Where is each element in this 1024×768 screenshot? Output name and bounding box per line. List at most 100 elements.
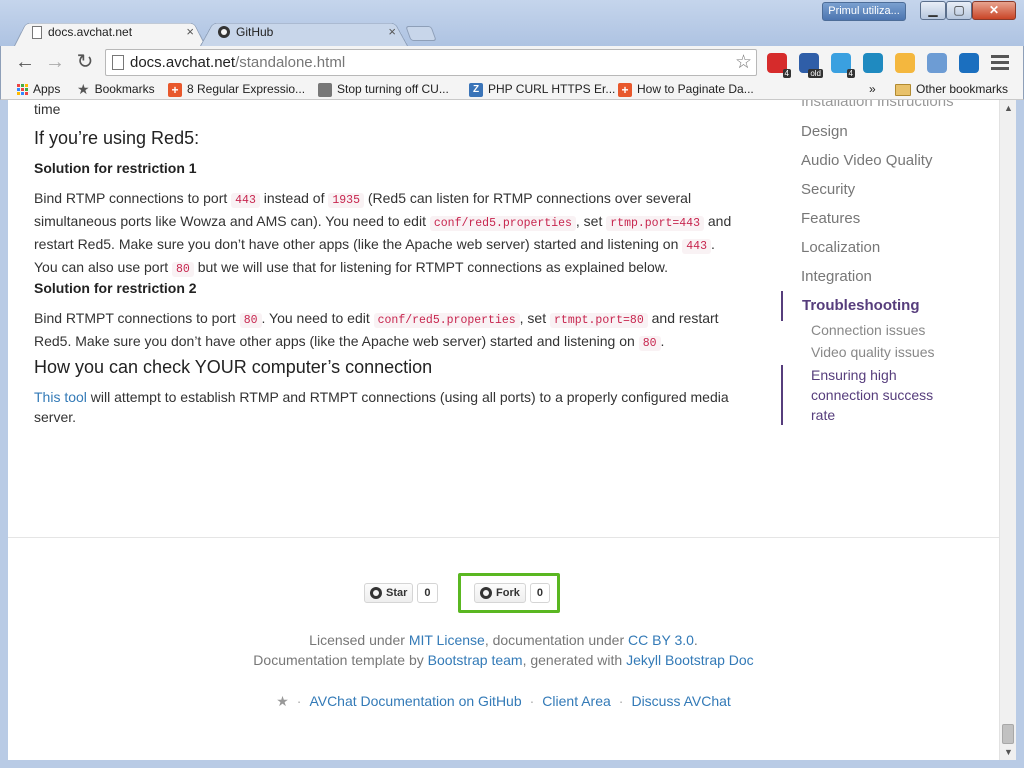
- plus-icon: +: [168, 82, 182, 97]
- check-connection-text: This tool will attempt to establish RTMP…: [34, 389, 729, 425]
- back-button[interactable]: ←: [12, 50, 38, 76]
- page-footer: Star 0 Fork 0 Licensed under MIT License…: [8, 537, 999, 760]
- mit-license-link[interactable]: MIT License: [409, 632, 485, 648]
- window-border-left: [0, 100, 8, 768]
- client-area-link[interactable]: Client Area: [542, 693, 610, 709]
- tab-docs-avchat[interactable]: docs.avchat.net ×: [14, 19, 206, 46]
- address-bar[interactable]: docs.avchat.net/standalone.html ☆: [105, 49, 757, 76]
- star-count: 0: [417, 583, 438, 603]
- close-window-button[interactable]: ✕: [972, 1, 1016, 20]
- red5-heading: If you’re using Red5:: [34, 128, 200, 148]
- maximize-button[interactable]: ▢: [946, 1, 972, 20]
- license-line: Licensed under MIT License, documentatio…: [309, 632, 698, 648]
- reload-button[interactable]: ↻: [72, 50, 98, 76]
- url-text: docs.avchat.net/standalone.html: [130, 54, 346, 71]
- bookmark-paginate[interactable]: + How to Paginate Da...: [618, 82, 754, 97]
- bookmark-star-icon[interactable]: ☆: [735, 50, 752, 75]
- profile-button[interactable]: Primul utiliza...: [822, 2, 906, 21]
- sidebar-item-localization[interactable]: Localization: [801, 239, 880, 256]
- molecule-extension-icon[interactable]: [863, 53, 883, 73]
- inline-code: 80: [638, 336, 661, 351]
- paragraph-fragment: time: [34, 101, 61, 117]
- solution-2-text: Bind RTMPT connections to port 80. You n…: [34, 310, 719, 351]
- github-icon: [370, 587, 382, 599]
- page-icon: [318, 82, 332, 97]
- bookmark-other-bookmarks[interactable]: Other bookmarks: [895, 82, 1008, 97]
- tab-title: GitHub: [236, 25, 274, 39]
- bootstrap-team-link[interactable]: Bootstrap team: [428, 652, 523, 668]
- bookmarks-overflow-button[interactable]: »: [869, 82, 876, 97]
- solution-1-heading: Solution for restriction 1: [34, 160, 197, 176]
- sidebar-item-integration[interactable]: Integration: [801, 268, 872, 285]
- bookmark-stop-turning-off[interactable]: Stop turning off CU...: [318, 82, 449, 97]
- z-icon: Z: [469, 82, 483, 97]
- chrome-menu-button[interactable]: [991, 52, 1009, 72]
- page-icon: [112, 55, 124, 70]
- this-tool-link[interactable]: This tool: [34, 389, 87, 405]
- bookmark-php-curl[interactable]: Z PHP CURL HTTPS Er...: [469, 82, 615, 97]
- inline-code: rtmp.port=443: [606, 216, 704, 231]
- cc-by-link[interactable]: CC BY 3.0: [628, 632, 694, 648]
- solution-2-heading: Solution for restriction 2: [34, 280, 197, 296]
- old-extension-icon[interactable]: old: [799, 53, 823, 78]
- page-viewport: time If you’re using Red5: Solution for …: [8, 100, 999, 760]
- folder-icon: [895, 83, 911, 96]
- github-star-button[interactable]: Star 0: [364, 583, 438, 603]
- k-extension-icon[interactable]: [895, 53, 915, 73]
- sidebar-item-troubleshooting[interactable]: Troubleshooting: [781, 291, 941, 321]
- discuss-avchat-link[interactable]: Discuss AVChat: [631, 693, 730, 709]
- inline-code: 80: [239, 313, 262, 328]
- sidebar-item-features[interactable]: Features: [801, 210, 860, 227]
- sidebar-subitem-video-quality-issues[interactable]: Video quality issues: [811, 344, 934, 360]
- apps-grid-icon: [17, 84, 28, 95]
- github-docs-link[interactable]: AVChat Documentation on GitHub: [309, 693, 521, 709]
- template-line: Documentation template by Bootstrap team…: [253, 652, 754, 668]
- tab-close-icon[interactable]: ×: [186, 19, 194, 45]
- extension-badge: old: [808, 69, 823, 78]
- opera-extension-icon[interactable]: 4: [767, 53, 791, 78]
- toolbar: ← → ↻ docs.avchat.net/standalone.html ☆ …: [0, 46, 1024, 79]
- tab-close-icon[interactable]: ×: [388, 19, 396, 45]
- inline-code: conf/red5.properties: [373, 313, 520, 328]
- screen-capture-extension-icon[interactable]: [959, 53, 979, 73]
- inline-code: 1935: [328, 193, 364, 208]
- inline-code: rtmpt.port=80: [550, 313, 648, 328]
- bookmark-apps[interactable]: Apps: [17, 82, 60, 97]
- extension-badge: 4: [846, 69, 855, 78]
- new-tab-button[interactable]: [405, 26, 437, 41]
- scroll-down-icon[interactable]: ▼: [1004, 747, 1013, 757]
- scroll-up-icon[interactable]: ▲: [1004, 103, 1013, 113]
- plus-icon: +: [618, 82, 632, 97]
- jekyll-bootstrap-doc-link[interactable]: Jekyll Bootstrap Doc: [626, 652, 754, 668]
- tab-github[interactable]: GitHub ×: [200, 19, 408, 46]
- sidebar-subitem-connection-issues[interactable]: Connection issues: [811, 322, 925, 338]
- fork-highlight-box: [458, 573, 560, 613]
- camera-extension-icon[interactable]: [927, 53, 947, 73]
- ghost-extension-icon[interactable]: 4: [831, 53, 855, 78]
- footer-links: ★ · AVChat Documentation on GitHub · Client …: [276, 693, 731, 709]
- vertical-scrollbar[interactable]: ▲ ▼: [999, 100, 1016, 760]
- sidebar-item-audio-video-quality[interactable]: Audio Video Quality: [801, 152, 932, 169]
- star-icon: ★: [276, 693, 289, 709]
- minimize-button[interactable]: ▁: [920, 1, 946, 20]
- sidebar-item-installation[interactable]: Installation Instructions: [801, 100, 954, 110]
- inline-code: 80: [172, 262, 194, 277]
- inline-code: 443: [682, 239, 711, 254]
- solution-1-text: Bind RTMP connections to port 443 instea…: [34, 190, 732, 277]
- github-icon: [218, 26, 230, 38]
- scrollbar-thumb[interactable]: [1002, 724, 1014, 744]
- browser-window: Primul utiliza... ▁ ▢ ✕ docs.avchat.net …: [0, 0, 1024, 768]
- window-border-bottom: [0, 760, 1024, 768]
- check-connection-heading: How you can check YOUR computer’s connec…: [34, 357, 433, 377]
- bookmark-regular-expressions[interactable]: + 8 Regular Expressio...: [168, 82, 305, 97]
- bookmark-bookmarks[interactable]: ★ Bookmarks: [77, 82, 155, 97]
- sidebar-subitem-connection-success[interactable]: Ensuring high connection success rate: [781, 365, 951, 425]
- extension-badge: 4: [782, 69, 791, 78]
- page-icon: [32, 25, 42, 39]
- tab-title: docs.avchat.net: [48, 25, 133, 39]
- sidebar-item-security[interactable]: Security: [801, 181, 855, 198]
- bookmarks-bar: Apps ★ Bookmarks + 8 Regular Expressio..…: [0, 79, 1024, 100]
- inline-code: conf/red5.properties: [429, 216, 576, 231]
- sidebar-item-design[interactable]: Design: [801, 123, 848, 140]
- forward-button[interactable]: →: [42, 50, 68, 76]
